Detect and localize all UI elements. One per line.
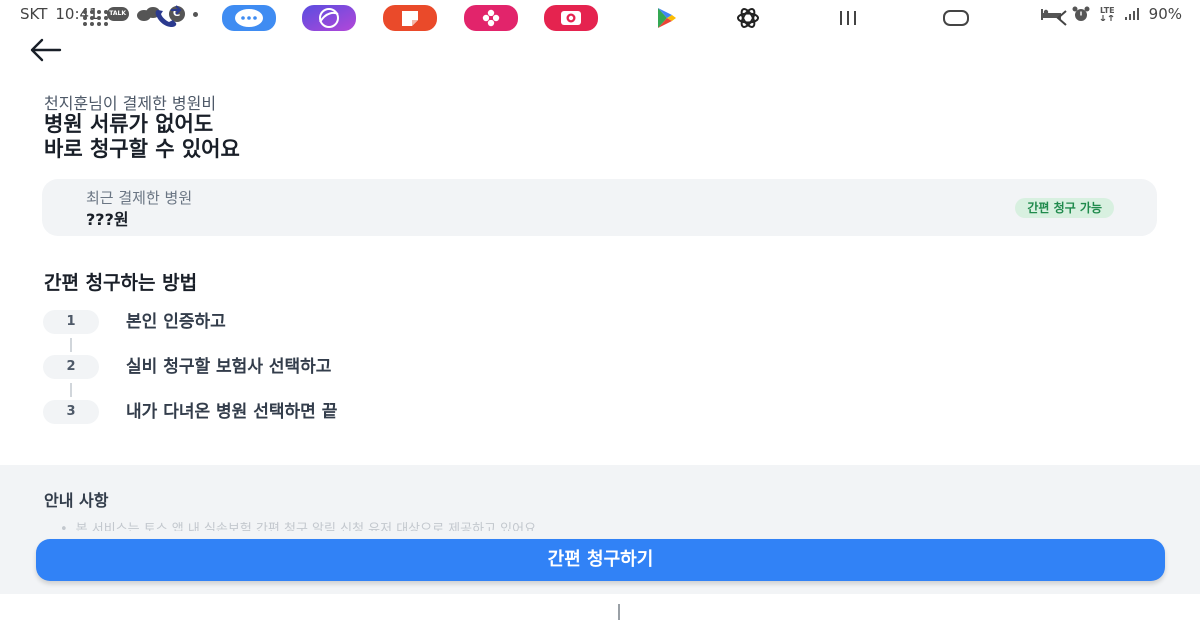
browser-icon[interactable] [302,3,356,33]
step-text: 실비 청구할 보험사 선택하고 [126,357,332,377]
hero-subtitle: 천지훈님이 결제한 병원비 [44,94,217,113]
howto-title: 간편 청구하는 방법 [44,272,198,294]
signal-strength-icon [1124,8,1139,20]
lte-icon: LTE [1100,7,1115,21]
notice-item: • 본 서비스는 토스 앱 내 실손보험 간편 청구 알림 신청 유저 대상으로 … [60,520,536,531]
notice-title: 안내 사항 [44,491,109,510]
notice-item-text: 본 서비스는 토스 앱 내 실손보험 간편 청구 알림 신청 유저 대상으로 제… [75,522,537,531]
app-grid-icon[interactable] [78,3,114,33]
navigation-dock [0,594,1200,630]
step-number: 2 [43,355,99,379]
step-text: 내가 다녀온 병원 선택하면 끝 [126,402,338,422]
bullet-icon: • [60,522,68,531]
easy-claim-available-badge: 간편 청구 가능 [1015,198,1114,218]
step-text: 본인 인증하고 [126,312,226,332]
back-button[interactable] [26,36,64,64]
phone-icon[interactable] [148,3,188,33]
notes-icon[interactable] [383,3,437,33]
easy-claim-button[interactable]: 간편 청구하기 [36,539,1165,581]
step-connector [70,338,72,352]
gallery-icon[interactable] [464,3,518,33]
step-number: 1 [43,310,99,334]
hero-title: 병원 서류가 없어도 바로 청구할 수 있어요 [44,112,240,162]
dock-divider [618,604,620,620]
battery-percent: 90% [1148,5,1182,23]
recent-payment-amount: ???원 [86,210,129,229]
back-icon[interactable] [1046,3,1078,33]
recent-hospital-label: 최근 결제한 병원 [86,189,193,207]
carrier-label: SKT [20,5,48,23]
lte-label: LTE [1099,6,1115,15]
home-icon[interactable] [938,3,974,33]
more-notifications-dot-icon [192,11,198,17]
messages-icon[interactable] [222,3,276,33]
hero-title-line1: 병원 서류가 없어도 [44,112,214,136]
arrow-left-icon [30,38,62,62]
chatgpt-icon[interactable] [728,3,768,33]
hero-title-line2: 바로 청구할 수 있어요 [44,137,240,161]
recents-icon[interactable] [832,3,864,33]
camera-icon[interactable] [544,3,598,33]
step-number: 3 [43,400,99,424]
step-connector [70,383,72,397]
play-store-icon[interactable] [648,3,684,33]
recent-hospital-card[interactable]: 최근 결제한 병원 ???원 간편 청구 가능 [42,179,1157,236]
